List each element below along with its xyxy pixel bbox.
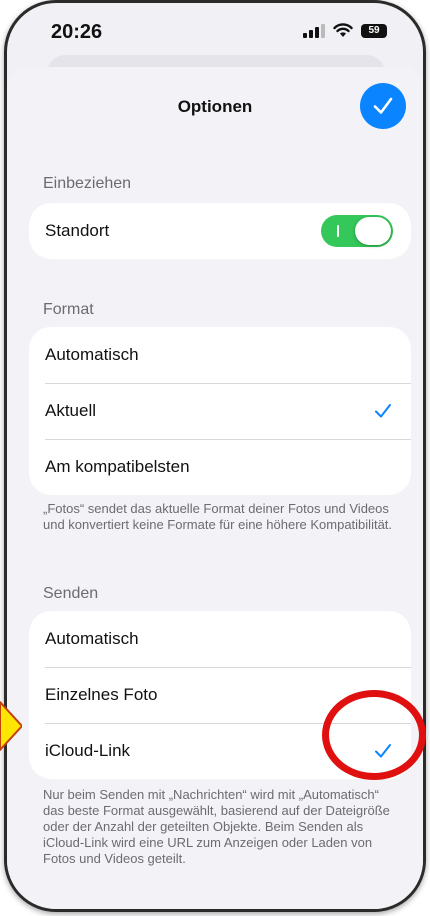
wifi-icon (333, 23, 353, 37)
battery-level: 59 (368, 25, 380, 36)
format-header: Format (43, 301, 94, 318)
format-option-label: Am kompatibelsten (45, 457, 190, 476)
confirm-button[interactable] (360, 83, 406, 129)
selected-checkmark-icon (375, 744, 391, 758)
include-header: Einbeziehen (43, 175, 132, 192)
status-bar: 20:26 59 (7, 3, 423, 61)
pointer-arrow-annotation (0, 701, 22, 751)
format-group: Automatisch Aktuell Am kompatibelsten (29, 327, 411, 495)
toggle-on-mark (337, 225, 339, 237)
send-group: Automatisch Einzelnes Foto iCloud-Link (29, 611, 411, 779)
checkmark-icon (373, 97, 393, 114)
phone-frame: 20:26 59 Optionen Einbeziehen Standort F… (4, 0, 426, 912)
format-option-label: Aktuell (45, 401, 97, 420)
send-option-label: Automatisch (45, 629, 139, 648)
format-option-automatic[interactable]: Automatisch (29, 327, 411, 383)
send-option-label: Einzelnes Foto (45, 685, 158, 704)
send-option-icloud-link[interactable]: iCloud-Link (29, 723, 411, 779)
toggle-knob (355, 217, 391, 245)
format-footnote: „Fotos“ sendet das aktuelle Format deine… (43, 501, 393, 532)
send-option-single-photo[interactable]: Einzelnes Foto (29, 667, 411, 723)
format-option-label: Automatisch (45, 345, 139, 364)
signal-icon (303, 23, 325, 38)
status-icons: 59 (303, 23, 387, 38)
include-group: Standort (29, 203, 411, 259)
location-row: Standort (29, 203, 411, 259)
send-option-automatic[interactable]: Automatisch (29, 611, 411, 667)
options-sheet: Optionen Einbeziehen Standort Format Aut… (7, 67, 423, 909)
send-footnote: Nur beim Senden mit „Nachrichten“ wird m… (43, 787, 390, 866)
location-label: Standort (45, 221, 110, 240)
format-option-current[interactable]: Aktuell (29, 383, 411, 439)
status-time: 20:26 (51, 21, 103, 43)
selected-checkmark-icon (375, 404, 391, 418)
send-header: Senden (43, 585, 99, 602)
battery-icon: 59 (361, 23, 387, 38)
format-option-most-compatible[interactable]: Am kompatibelsten (29, 439, 411, 495)
send-option-label: iCloud-Link (45, 741, 131, 760)
location-toggle[interactable] (321, 215, 393, 247)
